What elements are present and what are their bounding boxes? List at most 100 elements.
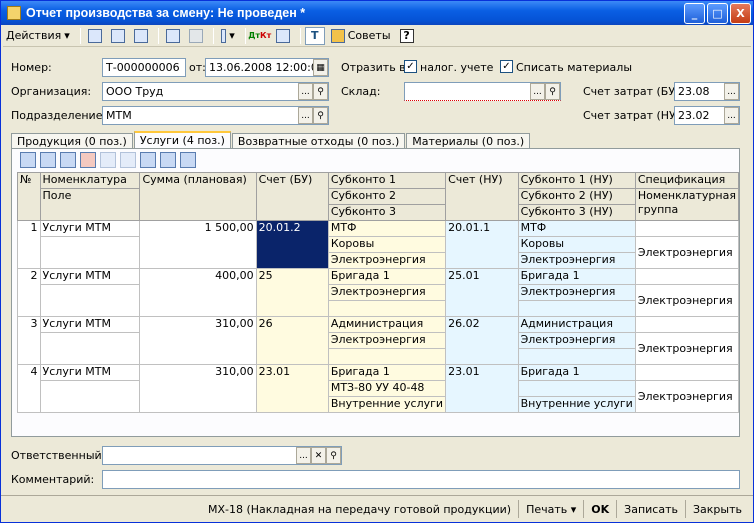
ok-button[interactable]: OK	[586, 500, 614, 518]
subconto2-nu-cell[interactable]	[517, 380, 636, 397]
field-cell[interactable]	[39, 236, 141, 269]
table-row[interactable]: МТЗ-80 УУ 40-48 Электроэнергия	[18, 380, 740, 413]
search-icon[interactable]: ⚲	[326, 447, 341, 464]
table-row[interactable]: 4 Услуги МТМ 310,00 23.01 Бригада 1 23.0…	[17, 364, 740, 413]
sort-ascending-icon[interactable]	[160, 152, 176, 168]
col-specification[interactable]: Спецификация	[634, 172, 740, 189]
select-ellipsis-icon[interactable]: ...	[298, 83, 313, 100]
subconto3-cell[interactable]: Внутренние услуги	[327, 396, 447, 413]
maximize-button[interactable]: □	[707, 2, 728, 24]
account-nu-cell[interactable]: 26.02	[445, 316, 519, 365]
sum-cell[interactable]: 400,00	[139, 268, 257, 317]
move-up-icon[interactable]	[120, 152, 136, 168]
select-ellipsis-icon[interactable]: ...	[724, 107, 739, 124]
col-nomenclature-group[interactable]: Номенклатурная группа	[634, 188, 740, 221]
subconto3-cell[interactable]	[327, 300, 447, 317]
specification-cell[interactable]	[634, 364, 740, 381]
sort-descending-icon[interactable]	[180, 152, 196, 168]
tax-accounting-checkbox[interactable]: ✓	[404, 60, 417, 73]
nomenclature-cell[interactable]: Услуги МТМ	[39, 364, 141, 381]
subconto2-cell[interactable]: Электроэнергия	[327, 332, 447, 349]
mx18-print-button[interactable]: МХ-18 (Накладная на передачу готовой про…	[203, 500, 516, 518]
col-subconto1[interactable]: Субконто 1	[327, 172, 447, 189]
subconto1-cell[interactable]: Бригада 1	[327, 364, 447, 381]
col-account-bu[interactable]: Счет (БУ)	[255, 172, 329, 221]
search-icon[interactable]: ⚲	[313, 83, 328, 100]
edit-row-icon[interactable]	[60, 152, 76, 168]
refresh-button[interactable]	[131, 27, 151, 45]
subconto1-cell[interactable]: Бригада 1	[327, 268, 447, 285]
search-icon[interactable]: ⚲	[545, 83, 560, 100]
nomenclature-group-cell[interactable]: Электроэнергия	[634, 284, 740, 317]
actions-menu[interactable]: Действия ▾	[3, 27, 73, 45]
nomenclature-group-cell[interactable]: Электроэнергия	[634, 332, 740, 365]
journal-button[interactable]	[273, 27, 293, 45]
row-number-cell[interactable]: 3	[17, 316, 41, 365]
sum-cell[interactable]: 310,00	[139, 316, 257, 365]
subconto3-cell[interactable]	[327, 348, 447, 365]
subconto2-cell[interactable]: МТЗ-80 УУ 40-48	[327, 380, 447, 397]
tips-button[interactable]: Советы	[328, 27, 394, 45]
col-field[interactable]: Поле	[39, 188, 141, 221]
table-row[interactable]: Электроэнергия Электроэнергия Электроэне…	[18, 332, 740, 365]
nomenclature-cell[interactable]: Услуги МТМ	[39, 220, 141, 237]
move-down-icon[interactable]	[140, 152, 156, 168]
copy-row-icon[interactable]	[40, 152, 56, 168]
account-nu-cell[interactable]: 23.01	[445, 364, 519, 413]
row-number-cell[interactable]: 1	[17, 220, 41, 269]
cost-account-nu-input[interactable]: 23.02...	[674, 106, 740, 125]
calendar-icon[interactable]: ▦	[313, 59, 328, 76]
dt-kt-button[interactable]: ДтКт	[248, 27, 271, 45]
edit-button[interactable]	[108, 27, 128, 45]
minimize-button[interactable]: _	[684, 2, 705, 24]
search-icon[interactable]: ⚲	[313, 107, 328, 124]
nomenclature-group-cell[interactable]: Электроэнергия	[634, 236, 740, 269]
col-number[interactable]: №	[17, 172, 41, 221]
unpost-button[interactable]	[186, 27, 206, 45]
subconto1-cell[interactable]: Администрация	[327, 316, 447, 333]
col-subconto1-nu[interactable]: Субконто 1 (НУ)	[517, 172, 636, 189]
subconto3-nu-cell[interactable]: Внутренние услуги	[517, 396, 636, 413]
col-nomenclature[interactable]: Номенклатура	[39, 172, 141, 189]
subconto2-cell[interactable]: Электроэнергия	[327, 284, 447, 301]
col-subconto3-nu[interactable]: Субконто 3 (НУ)	[517, 204, 636, 221]
number-input[interactable]: Т-000000006	[102, 58, 186, 77]
select-ellipsis-icon[interactable]: ...	[530, 83, 545, 100]
clear-icon[interactable]: ✕	[311, 447, 326, 464]
writeoff-materials-checkbox[interactable]: ✓	[500, 60, 513, 73]
subconto2-nu-cell[interactable]: Электроэнергия	[517, 284, 636, 301]
title-bar[interactable]: Отчет производства за смену: Не проведен…	[1, 1, 753, 25]
row-number-cell[interactable]: 2	[17, 268, 41, 317]
save-button[interactable]: Записать	[619, 500, 683, 518]
based-on-button[interactable]: ▾	[218, 27, 238, 45]
subconto2-nu-cell[interactable]: Коровы	[517, 236, 636, 253]
specification-cell[interactable]	[634, 220, 740, 237]
subconto1-nu-cell[interactable]: МТФ	[517, 220, 636, 237]
select-ellipsis-icon[interactable]: ...	[296, 447, 311, 464]
responsible-input[interactable]: ... ✕ ⚲	[102, 446, 342, 465]
organization-input[interactable]: ООО Труд... ⚲	[102, 82, 329, 101]
post-button[interactable]	[163, 27, 183, 45]
prev-document-button[interactable]	[85, 27, 105, 45]
subconto2-cell[interactable]: Коровы	[327, 236, 447, 253]
department-input[interactable]: МТМ... ⚲	[102, 106, 329, 125]
account-bu-cell[interactable]: 26	[255, 316, 329, 365]
table-row[interactable]: 3 Услуги МТМ 310,00 26 Администрация 26.…	[17, 316, 740, 365]
table-row[interactable]: 2 Услуги МТМ 400,00 25 Бригада 1 25.01 Б…	[17, 268, 740, 317]
col-subconto3[interactable]: Субконто 3	[327, 204, 447, 221]
subconto1-nu-cell[interactable]: Бригада 1	[517, 268, 636, 285]
select-ellipsis-icon[interactable]: ...	[298, 107, 313, 124]
subconto2-nu-cell[interactable]: Электроэнергия	[517, 332, 636, 349]
specification-cell[interactable]	[634, 316, 740, 333]
account-bu-cell[interactable]: 23.01	[255, 364, 329, 413]
col-subconto2[interactable]: Субконто 2	[327, 188, 447, 205]
warehouse-input[interactable]: ... ⚲	[404, 82, 561, 101]
date-input[interactable]: 13.06.2008 12:00:00 ▦	[205, 58, 329, 77]
subconto3-nu-cell[interactable]	[517, 348, 636, 365]
nomenclature-cell[interactable]: Услуги МТМ	[39, 316, 141, 333]
cost-account-bu-input[interactable]: 23.08...	[674, 82, 740, 101]
sum-cell[interactable]: 1 500,00	[139, 220, 257, 269]
subconto1-nu-cell[interactable]: Бригада 1	[517, 364, 636, 381]
subconto1-nu-cell[interactable]: Администрация	[517, 316, 636, 333]
col-sum[interactable]: Сумма (плановая)	[139, 172, 257, 221]
